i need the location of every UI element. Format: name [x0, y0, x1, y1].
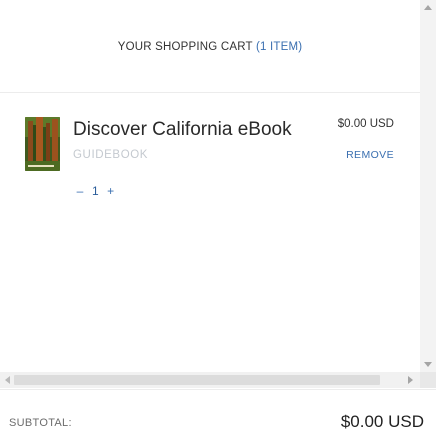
scroll-right-icon[interactable]: [408, 376, 413, 384]
cart-footer: SUBTOTAL: $0.00 USD: [0, 390, 436, 441]
cart-title: YOUR SHOPPING CART: [117, 41, 253, 53]
scroll-left-icon[interactable]: [5, 376, 10, 384]
product-thumbnail[interactable]: [25, 117, 60, 171]
item-price: $0.00 USD: [337, 118, 394, 130]
cart-header: YOUR SHOPPING CART (1 ITEM): [0, 41, 420, 53]
cart-item: Discover California eBook GUIDEBOOK $0.0…: [0, 112, 420, 202]
scroll-up-icon[interactable]: [424, 5, 432, 10]
vertical-scroll-thumb[interactable]: [423, 14, 433, 354]
increase-quantity-button[interactable]: +: [107, 184, 115, 198]
subtotal-value: $0.00 USD: [340, 412, 424, 431]
vertical-scrollbar[interactable]: [420, 0, 436, 372]
quantity-value: 1: [92, 184, 99, 198]
item-category: GUIDEBOOK: [73, 149, 149, 161]
scroll-down-icon[interactable]: [424, 362, 432, 367]
quantity-stepper: – 1 +: [76, 184, 115, 198]
header-divider: [0, 92, 420, 93]
cart-scroll-area[interactable]: YOUR SHOPPING CART (1 ITEM) Discover Cal…: [0, 0, 436, 390]
decrease-quantity-button[interactable]: –: [76, 184, 84, 198]
item-name[interactable]: Discover California eBook: [73, 119, 292, 141]
horizontal-scroll-thumb[interactable]: [14, 375, 380, 385]
cart-panel: YOUR SHOPPING CART (1 ITEM) Discover Cal…: [0, 0, 436, 441]
remove-button[interactable]: REMOVE: [346, 149, 394, 161]
horizontal-scrollbar[interactable]: [0, 372, 420, 388]
redwood-forest-cover-image: [25, 117, 60, 171]
subtotal-label: SUBTOTAL:: [9, 417, 72, 429]
cart-item-count: (1 ITEM): [255, 41, 303, 53]
scrollbar-corner: [420, 372, 436, 388]
